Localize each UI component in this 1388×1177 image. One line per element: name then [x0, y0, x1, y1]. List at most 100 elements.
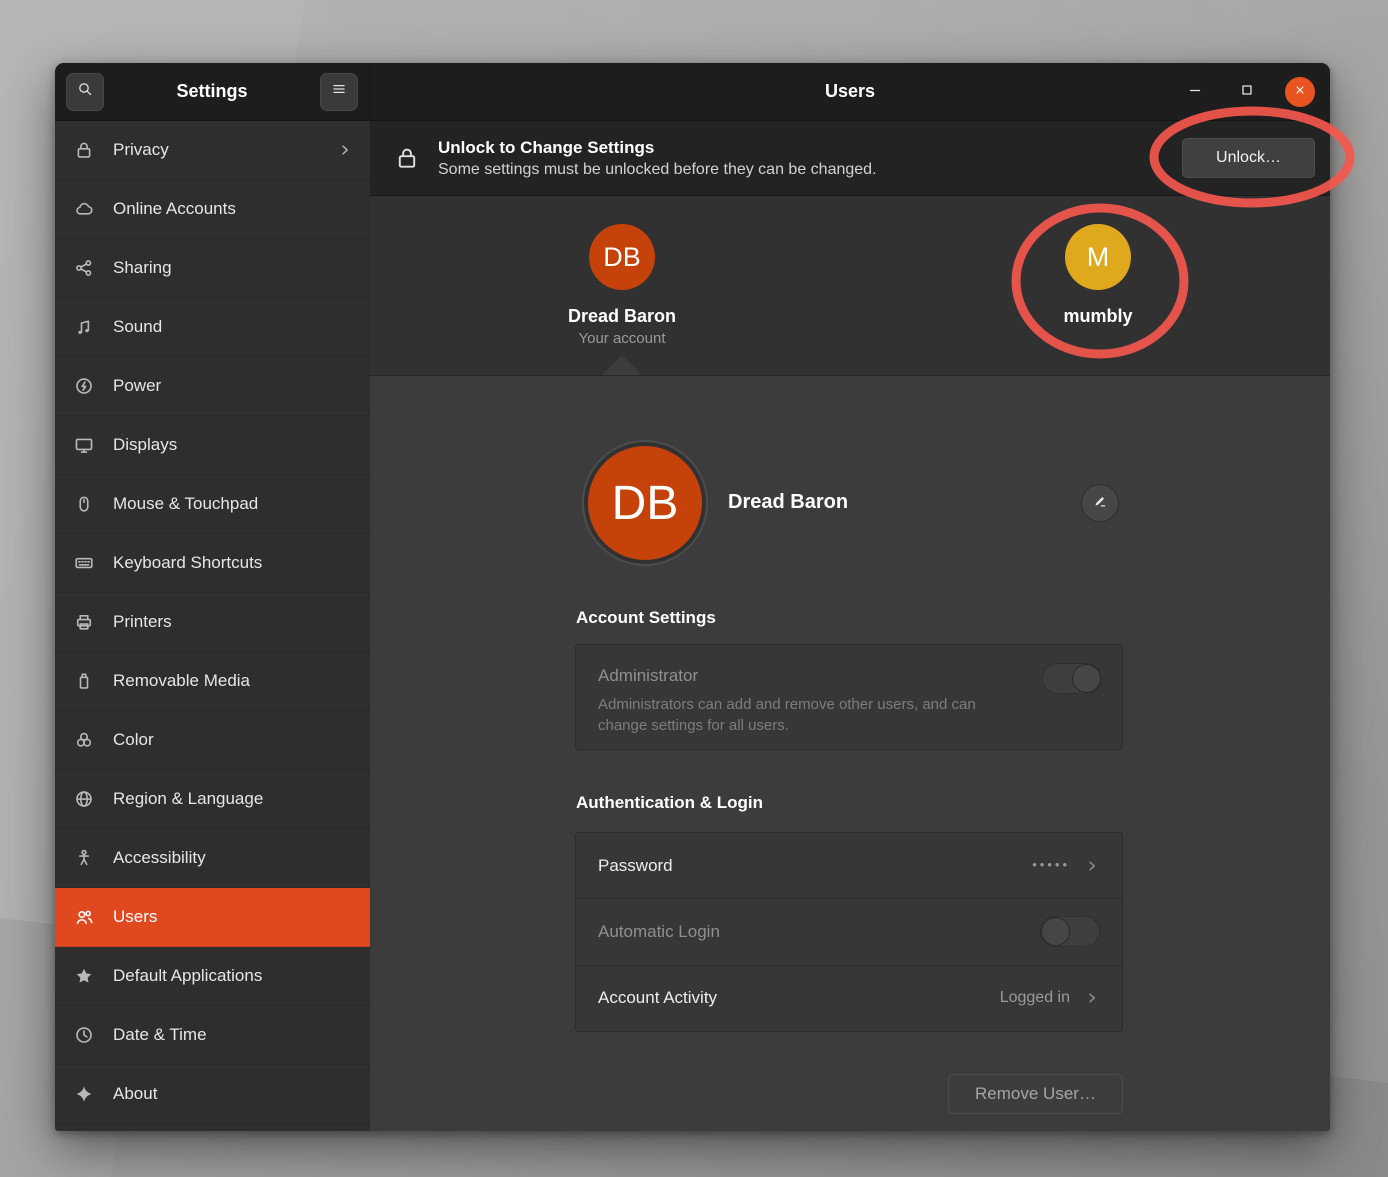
sidebar-title: Settings — [176, 81, 247, 102]
main-headerbar: Users — [370, 63, 1330, 121]
maximize-button[interactable] — [1233, 78, 1261, 106]
sidebar-item-label: Accessibility — [113, 848, 206, 868]
sidebar-item-privacy[interactable]: Privacy — [55, 121, 370, 180]
sidebar-item-label: Displays — [113, 435, 177, 455]
removable-media-icon — [72, 671, 96, 691]
sidebar-item-label: Sound — [113, 317, 162, 337]
sidebar-item-mouse-touchpad[interactable]: Mouse & Touchpad — [55, 475, 370, 534]
star-icon — [72, 966, 96, 986]
power-icon — [72, 376, 96, 396]
desktop: Settings Privacy Online Accounts Sharing… — [0, 0, 1388, 1177]
carousel-user-dread-baron[interactable]: DB Dread Baron Your account — [512, 224, 732, 347]
profile-avatar[interactable]: DB — [584, 442, 706, 564]
share-icon — [72, 258, 96, 278]
sidebar-item-sound[interactable]: Sound — [55, 298, 370, 357]
sidebar-item-printers[interactable]: Printers — [55, 593, 370, 652]
authentication-heading: Authentication & Login — [576, 793, 763, 813]
clock-icon — [72, 1025, 96, 1045]
sparkle-icon — [72, 1084, 96, 1104]
carousel-user-subtitle: Your account — [578, 330, 665, 347]
chevron-right-icon — [337, 142, 353, 158]
unlock-banner: Unlock to Change Settings Some settings … — [370, 121, 1330, 196]
sidebar-item-label: Region & Language — [113, 789, 263, 809]
sidebar-item-label: Privacy — [113, 140, 169, 160]
pencil-icon — [1092, 493, 1108, 514]
toggle-knob — [1072, 664, 1101, 693]
password-row[interactable]: Password ••••• — [576, 833, 1122, 899]
mouse-icon — [72, 494, 96, 514]
sidebar-item-keyboard-shortcuts[interactable]: Keyboard Shortcuts — [55, 534, 370, 593]
unlock-banner-text: Unlock to Change Settings Some settings … — [438, 138, 877, 179]
close-icon — [1293, 83, 1307, 102]
sidebar-item-online-accounts[interactable]: Online Accounts — [55, 180, 370, 239]
account-activity-row[interactable]: Account Activity Logged in — [576, 966, 1122, 1031]
window-controls — [1181, 63, 1315, 121]
sidebar: Settings Privacy Online Accounts Sharing… — [55, 63, 370, 1131]
minimize-button[interactable] — [1181, 78, 1209, 106]
carousel-user-name: mumbly — [1063, 306, 1132, 327]
carousel-user-mumbly[interactable]: M mumbly — [988, 224, 1208, 327]
automatic-login-toggle[interactable] — [1040, 916, 1100, 947]
page-title: Users — [825, 81, 875, 102]
sidebar-item-accessibility[interactable]: Accessibility — [55, 829, 370, 888]
minimize-icon — [1187, 82, 1203, 103]
sidebar-list: Privacy Online Accounts Sharing Sound Po… — [55, 121, 370, 1131]
color-icon — [72, 730, 96, 750]
sidebar-item-label: Keyboard Shortcuts — [113, 553, 262, 573]
avatar: DB — [589, 224, 655, 290]
automatic-login-row: Automatic Login — [576, 899, 1122, 965]
password-label: Password — [598, 856, 673, 876]
sidebar-item-label: Sharing — [113, 258, 172, 278]
sidebar-item-label: Users — [113, 907, 157, 927]
password-dots: ••••• — [1032, 857, 1070, 872]
menu-button[interactable] — [320, 73, 358, 111]
globe-icon — [72, 789, 96, 809]
unlock-button[interactable]: Unlock… — [1182, 138, 1315, 178]
chevron-right-icon — [1084, 990, 1100, 1006]
administrator-toggle[interactable] — [1042, 663, 1102, 694]
sidebar-item-label: About — [113, 1084, 157, 1104]
close-button[interactable] — [1285, 77, 1315, 107]
users-icon — [72, 907, 96, 927]
display-icon — [72, 435, 96, 455]
account-settings-heading: Account Settings — [576, 608, 716, 628]
sidebar-item-region-language[interactable]: Region & Language — [55, 770, 370, 829]
main-panel: Users Unlock to Change Settings — [370, 63, 1330, 1131]
sidebar-item-users[interactable]: Users — [55, 888, 370, 947]
settings-window: Settings Privacy Online Accounts Sharing… — [55, 63, 1330, 1131]
keyboard-icon — [72, 553, 96, 573]
sidebar-item-sharing[interactable]: Sharing — [55, 239, 370, 298]
account-settings-card: Administrator Administrators can add and… — [575, 644, 1123, 750]
authentication-card: Password ••••• Automatic Login — [575, 832, 1123, 1032]
printer-icon — [72, 612, 96, 632]
unlock-banner-subtitle: Some settings must be unlocked before th… — [438, 161, 877, 179]
sidebar-item-default-applications[interactable]: Default Applications — [55, 947, 370, 1006]
selected-user-pointer — [602, 355, 642, 375]
sidebar-item-label: Printers — [113, 612, 172, 632]
sidebar-item-label: Online Accounts — [113, 199, 236, 219]
carousel-user-name: Dread Baron — [568, 306, 676, 327]
avatar: M — [1065, 224, 1131, 290]
chevron-right-icon — [1084, 858, 1100, 874]
sound-icon — [72, 317, 96, 337]
sidebar-item-date-time[interactable]: Date & Time — [55, 1006, 370, 1065]
edit-name-button[interactable] — [1081, 484, 1119, 522]
sidebar-item-power[interactable]: Power — [55, 357, 370, 416]
sidebar-item-about[interactable]: About — [55, 1065, 370, 1124]
toggle-knob — [1041, 917, 1070, 946]
sidebar-item-color[interactable]: Color — [55, 711, 370, 770]
sidebar-item-removable-media[interactable]: Removable Media — [55, 652, 370, 711]
sidebar-header: Settings — [55, 63, 370, 121]
remove-user-button[interactable]: Remove User… — [948, 1074, 1123, 1114]
account-activity-value: Logged in — [1000, 989, 1070, 1007]
sidebar-item-label: Default Applications — [113, 966, 262, 986]
sidebar-item-label: Mouse & Touchpad — [113, 494, 258, 514]
sidebar-item-label: Removable Media — [113, 671, 250, 691]
search-button[interactable] — [66, 73, 104, 111]
sidebar-item-displays[interactable]: Displays — [55, 416, 370, 475]
user-detail-panel: DB Dread Baron Account Settings Administ… — [370, 376, 1330, 1131]
sidebar-item-label: Power — [113, 376, 161, 396]
administrator-label: Administrator — [598, 666, 1100, 686]
administrator-description: Administrators can add and remove other … — [598, 694, 1018, 736]
search-icon — [77, 81, 93, 102]
